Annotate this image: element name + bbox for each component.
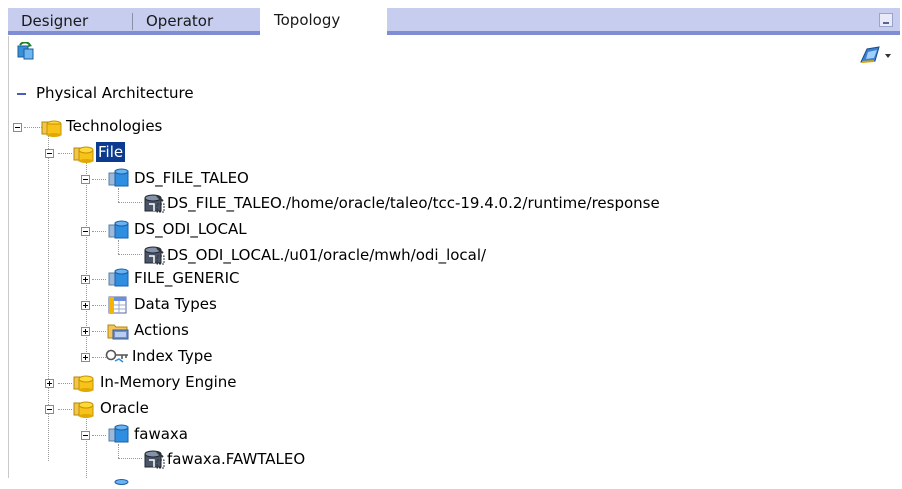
dataserver-icon [106,168,130,192]
expand-toggle-in-memory-engine[interactable] [45,379,54,388]
tree-guide-line [118,254,142,255]
actions-menu-icon[interactable] [858,44,894,70]
tree-node-technologies[interactable]: Technologies [66,116,162,136]
actions-folder-icon [106,320,130,344]
dataserver-icon [106,471,130,489]
expand-toggle-file[interactable] [45,149,54,158]
folder-cylinder-icon [40,117,62,141]
tree-guide-line [58,153,72,154]
tree-guide-line [92,279,106,280]
refresh-icon[interactable] [16,41,36,66]
tree-node-fawaxa[interactable]: fawaxa [134,424,188,444]
tab-designer[interactable]: Designer [21,9,88,33]
tree-node-ds-file-taleo[interactable]: DS_FILE_TALEO [134,168,249,188]
expand-toggle-ds-odi-local[interactable] [81,227,90,236]
folder-cylinder-icon [72,398,94,422]
tab-topology[interactable]: Topology [260,5,387,37]
physical-schema-icon [142,449,166,473]
dataserver-icon [106,268,130,292]
panel-left-border [8,36,9,478]
tree-node-file[interactable]: File [96,142,126,162]
tree-node-ds-odi-local[interactable]: DS_ODI_LOCAL [134,219,247,239]
tab-bar: Designer Operator Topology [0,0,902,38]
tree-guide-line [92,435,106,436]
expand-toggle-actions[interactable] [81,327,90,336]
expand-toggle-file-generic[interactable] [81,275,90,284]
expand-toggle-fawaxa[interactable] [81,431,90,440]
tab-operator[interactable]: Operator [146,9,213,33]
tree-node-fawaxa-schema[interactable]: fawaxa.FAWTALEO [167,449,305,469]
tree-node-file-generic[interactable]: FILE_GENERIC [134,268,240,288]
physical-schema-icon [142,193,166,217]
tab-separator [132,13,133,30]
tree-node-oracle[interactable]: Oracle [100,398,149,418]
data-types-grid-icon [108,295,128,319]
dataserver-icon [106,220,130,244]
tree-guide-line [92,331,106,332]
tree-guide-line [92,231,106,232]
expand-toggle-index-type[interactable] [81,353,90,362]
tree-node-ds-odi-local-schema[interactable]: DS_ODI_LOCAL./u01/oracle/mwh/odi_local/ [167,245,486,265]
tree-guide-line [118,202,142,203]
tab-strip-underline [8,31,900,35]
expand-toggle-ds-file-taleo[interactable] [81,175,90,184]
tree-guide-line [92,179,106,180]
tree-node-ds-file-taleo-schema[interactable]: DS_FILE_TALEO./home/oracle/taleo/tcc-19.… [167,193,660,213]
physical-architecture-header[interactable]: Physical Architecture [36,83,194,103]
key-icon [104,346,130,370]
collapse-physical-architecture-toggle[interactable] [17,93,26,95]
tree-guide-line [92,305,106,306]
tree-guide-line [118,458,142,459]
tree-guide-line [58,409,72,410]
dataserver-icon [106,424,130,448]
folder-cylinder-icon [72,143,94,167]
expand-toggle-oracle[interactable] [45,405,54,414]
expand-toggle-technologies[interactable] [13,123,22,132]
expand-toggle-data-types[interactable] [81,301,90,310]
tree-node-actions[interactable]: Actions [134,320,189,340]
tree-guide-line [58,383,72,384]
tree-node-data-types[interactable]: Data Types [134,294,217,314]
minimize-button[interactable] [879,13,893,27]
tree-node-index-type[interactable]: Index Type [132,346,213,366]
tab-strip [8,8,900,33]
tree-node-in-memory-engine[interactable]: In-Memory Engine [100,372,237,392]
tree-guide-line [86,414,87,478]
physical-schema-icon [142,245,166,269]
folder-cylinder-icon [72,372,94,396]
